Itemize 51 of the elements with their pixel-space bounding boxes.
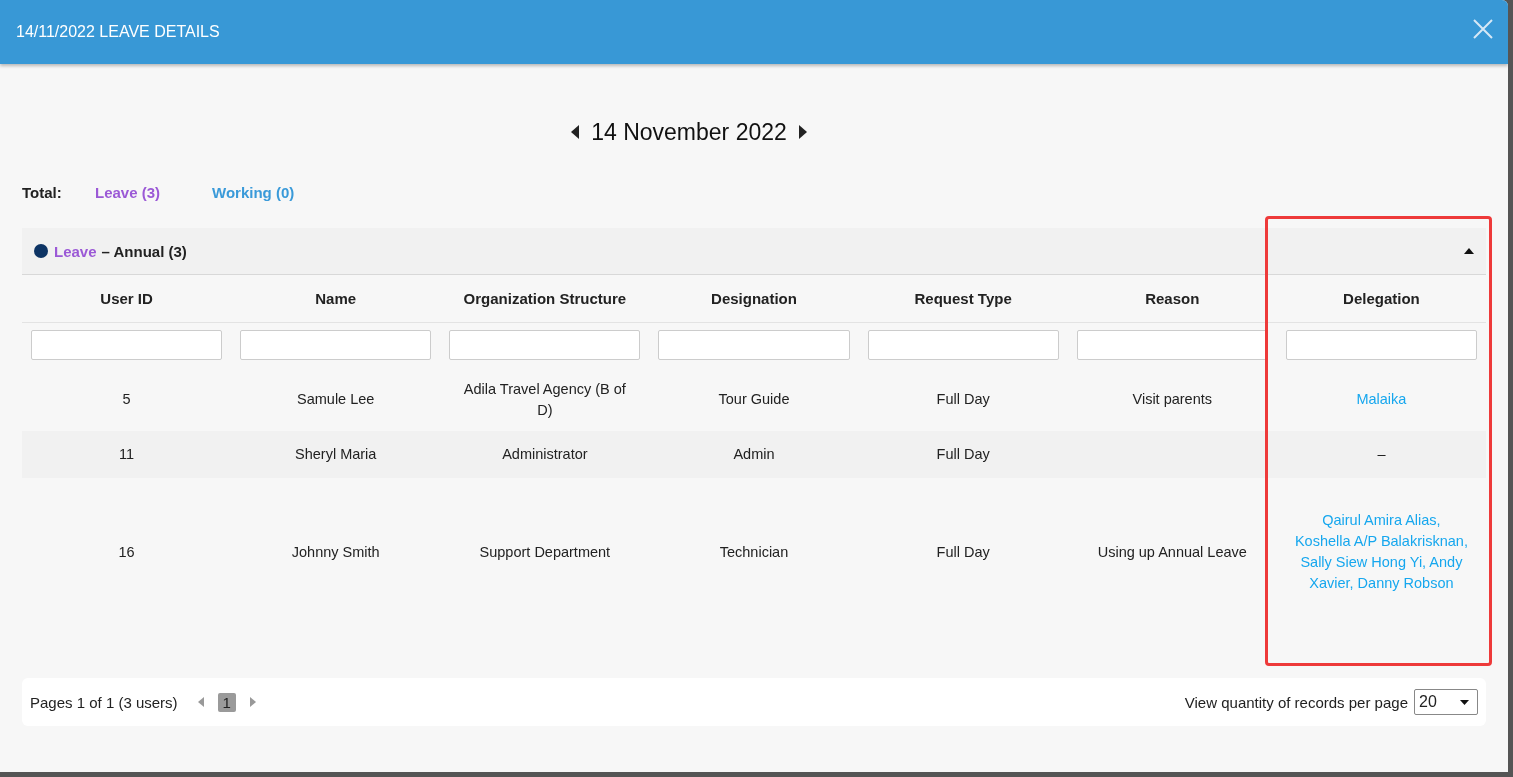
group-header-bar[interactable]: Leave – Annual (3): [22, 228, 1486, 275]
table-cell: 11: [22, 431, 232, 478]
table-cell-text: Technician: [718, 542, 790, 562]
table-cell-text: Visit parents: [1131, 390, 1214, 409]
delegation-text: –: [1377, 445, 1386, 464]
filter-input[interactable]: [1076, 330, 1268, 360]
pagination-summary: Pages 1 of 1 (3 users): [30, 693, 178, 711]
filter-input[interactable]: [31, 330, 223, 360]
table-cell: Sheryl Maria: [231, 431, 441, 478]
filter-input[interactable]: [449, 330, 641, 360]
close-icon[interactable]: [1472, 18, 1494, 40]
table-cell-text: Using up Annual Leave: [1096, 542, 1248, 562]
table-cell-text: Tour Guide: [717, 390, 791, 409]
table-cell: Administrator: [440, 431, 650, 478]
page-number[interactable]: 1: [217, 692, 236, 712]
table-cell-text: Support Department: [478, 542, 612, 562]
per-page-select[interactable]: 20: [1414, 689, 1478, 715]
column-header[interactable]: Designation: [649, 275, 859, 323]
filter-input[interactable]: [867, 330, 1059, 360]
group-title: – Annual (3): [101, 242, 188, 260]
table-cell-text: Full Day: [935, 542, 991, 562]
table-cell-text: Adila Travel Agency (B of D): [462, 379, 627, 420]
column-header[interactable]: Request Type: [858, 275, 1068, 323]
filter-input[interactable]: [240, 330, 432, 360]
column-header[interactable]: User ID: [22, 275, 232, 323]
date-label: 14 November 2022: [591, 118, 787, 146]
table-cell: Full Day: [858, 431, 1068, 478]
table-cell-text: 16: [117, 542, 136, 562]
total-link[interactable]: Leave (3): [95, 183, 161, 201]
dialog-title: 14/11/2022 LEAVE DETAILS: [16, 23, 220, 41]
table-cell-text: Samule Lee: [296, 390, 376, 409]
next-arrow-icon[interactable]: [798, 125, 807, 139]
filter-input[interactable]: [658, 330, 850, 360]
collapse-caret-icon[interactable]: [1464, 248, 1474, 254]
total-label: Total:: [22, 183, 63, 201]
status-dot: [34, 244, 48, 258]
per-page-label: View quantity of records per page: [1184, 693, 1408, 711]
table-cell-text: Johnny Smith: [290, 542, 381, 562]
table-cell-text: Full Day: [935, 390, 991, 409]
next-page-icon[interactable]: [249, 697, 256, 707]
column-header[interactable]: Reason: [1067, 275, 1277, 323]
column-header[interactable]: Organization Structure: [440, 275, 650, 323]
table-cell-text: 5: [121, 390, 132, 409]
group-category: Leave: [54, 242, 97, 260]
column-header[interactable]: Name: [231, 275, 441, 323]
previous-page-icon[interactable]: [197, 697, 204, 707]
dropdown-caret-icon: [1460, 699, 1469, 705]
filter-input[interactable]: [1285, 330, 1477, 360]
previous-arrow-icon[interactable]: [571, 125, 580, 139]
column-header[interactable]: Delegation: [1276, 275, 1486, 323]
table-cell: Admin: [649, 431, 859, 478]
